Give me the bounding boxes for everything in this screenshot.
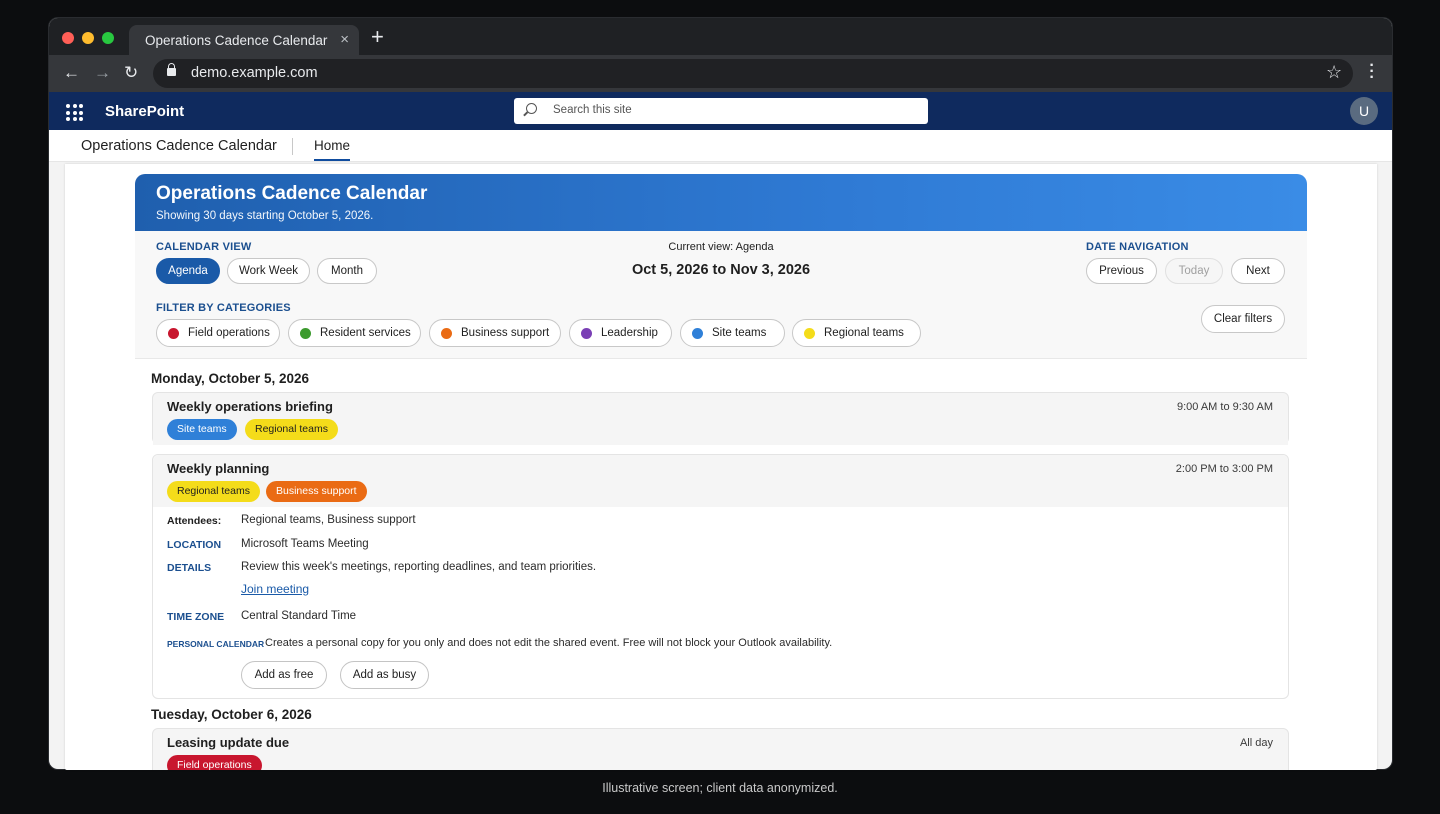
filter-chip-resident-services[interactable]: Resident services: [288, 319, 421, 347]
category-swatch: [804, 328, 815, 339]
event-title: Weekly operations briefing: [167, 399, 333, 414]
filter-chip-label: Resident services: [320, 327, 411, 339]
filter-chip-leadership[interactable]: Leadership: [569, 319, 672, 347]
site-search-box[interactable]: Search this site: [514, 98, 928, 124]
forward-arrow-icon[interactable]: →: [94, 64, 111, 81]
event-tag: Regional teams: [167, 481, 260, 502]
search-icon: [526, 103, 537, 114]
clear-filters-button[interactable]: Clear filters: [1201, 305, 1285, 333]
event-card[interactable]: Weekly operations briefing 9:00 AM to 9:…: [152, 392, 1289, 445]
category-swatch: [168, 328, 179, 339]
banner-subtitle: Showing 30 days starting October 5, 2026…: [156, 210, 374, 222]
filter-chip-business-support[interactable]: Business support: [429, 319, 561, 347]
url-text: demo.example.com: [191, 65, 318, 81]
suite-bar: SharePoint Search this site U: [49, 92, 1392, 130]
details-value: Review this week's meetings, reporting d…: [241, 561, 597, 573]
event-card-expanded[interactable]: Weekly planning 2:00 PM to 3:00 PM Regio…: [152, 454, 1289, 699]
day-heading: Tuesday, October 6, 2026: [151, 707, 312, 722]
filter-label: FILTER BY CATEGORIES: [156, 302, 291, 314]
location-value: Microsoft Teams Meeting: [241, 538, 369, 550]
filter-chip-field-operations[interactable]: Field operations: [156, 319, 280, 347]
window-controls: [62, 32, 114, 44]
category-swatch: [300, 328, 311, 339]
site-header: Operations Cadence Calendar Home: [49, 130, 1392, 162]
browser-tab[interactable]: Operations Cadence Calendar ×: [129, 25, 359, 55]
event-card[interactable]: Leasing update due All day Field operati…: [152, 728, 1289, 770]
attendees-label: Attendees:: [167, 515, 222, 527]
category-swatch: [581, 328, 592, 339]
back-arrow-icon[interactable]: ←: [63, 64, 80, 81]
maximize-window-button[interactable]: [102, 32, 114, 44]
event-header: Leasing update due All day Field operati…: [153, 729, 1288, 770]
browser-toolbar: ← → ↻ demo.example.com ☆ · · ·: [49, 55, 1392, 92]
personal-calendar-note: Creates a personal copy for you only and…: [265, 637, 833, 649]
filter-chip-site-teams[interactable]: Site teams: [680, 319, 785, 347]
page-canvas: Operations Cadence Calendar Showing 30 d…: [65, 164, 1377, 770]
timezone-value: Central Standard Time: [241, 610, 357, 622]
event-header: Weekly planning 2:00 PM to 3:00 PM Regio…: [153, 455, 1288, 507]
today-button[interactable]: Today: [1165, 258, 1223, 284]
user-avatar[interactable]: U: [1350, 97, 1378, 125]
next-button[interactable]: Next: [1231, 258, 1285, 284]
filter-chip-label: Leadership: [601, 327, 658, 339]
add-as-busy-button[interactable]: Add as busy: [340, 661, 429, 689]
search-placeholder: Search this site: [553, 104, 632, 116]
calendar-banner: Operations Cadence Calendar Showing 30 d…: [135, 174, 1307, 231]
add-as-free-button[interactable]: Add as free: [241, 661, 327, 689]
caption: Illustrative screen; client data anonymi…: [602, 781, 838, 795]
app-launcher-icon[interactable]: [66, 104, 83, 121]
event-tag: Field operations: [167, 755, 262, 770]
event-time: 9:00 AM to 9:30 AM: [1176, 401, 1273, 413]
personal-calendar-label: PERSONAL CALENDAR: [167, 639, 265, 649]
event-time: 2:00 PM to 3:00 PM: [1175, 463, 1273, 475]
close-window-button[interactable]: [62, 32, 74, 44]
suite-brand[interactable]: SharePoint: [105, 103, 184, 120]
browser-tab-title: Operations Cadence Calendar: [145, 33, 328, 48]
reload-icon[interactable]: ↻: [124, 64, 138, 81]
browser-tab-bar: Operations Cadence Calendar × +: [49, 18, 1392, 55]
browser-menu-icon[interactable]: · · ·: [1367, 58, 1377, 86]
calendar-controls: CALENDAR VIEW Agenda Work Week Month Cur…: [135, 231, 1307, 359]
details-label: DETAILS: [167, 562, 212, 574]
attendees-value: Regional teams, Business support: [241, 514, 416, 526]
address-bar[interactable]: demo.example.com: [153, 59, 1353, 88]
new-tab-icon[interactable]: +: [371, 24, 384, 50]
event-tag: Site teams: [167, 419, 237, 440]
event-tag: Business support: [266, 481, 367, 502]
lock-icon: [167, 63, 176, 76]
filter-chip-regional-teams[interactable]: Regional teams: [792, 319, 921, 347]
timezone-label: TIME ZONE: [167, 611, 225, 623]
minimize-window-button[interactable]: [82, 32, 94, 44]
site-name[interactable]: Operations Cadence Calendar: [81, 138, 277, 154]
event-time: All day: [1239, 737, 1273, 749]
location-label: LOCATION: [167, 539, 222, 551]
previous-button[interactable]: Previous: [1086, 258, 1157, 284]
filter-chip-label: Business support: [461, 327, 550, 339]
event-title: Leasing update due: [167, 735, 290, 750]
event-tag: Regional teams: [245, 419, 338, 440]
join-meeting-link[interactable]: Join meeting: [241, 582, 309, 596]
event-header: Weekly operations briefing 9:00 AM to 9:…: [153, 393, 1288, 445]
nav-home[interactable]: Home: [314, 138, 351, 161]
filter-chip-label: Regional teams: [824, 327, 904, 339]
header-divider: [292, 138, 293, 155]
date-navigation-label: DATE NAVIGATION: [1086, 241, 1189, 253]
category-swatch: [692, 328, 703, 339]
filter-chip-label: Field operations: [188, 327, 270, 339]
day-heading: Monday, October 5, 2026: [151, 371, 310, 386]
banner-title: Operations Cadence Calendar: [156, 183, 428, 204]
filter-chip-label: Site teams: [712, 327, 767, 339]
bookmark-star-icon[interactable]: ☆: [1326, 62, 1342, 83]
category-swatch: [441, 328, 452, 339]
close-tab-icon[interactable]: ×: [340, 31, 349, 48]
event-title: Weekly planning: [167, 461, 270, 476]
